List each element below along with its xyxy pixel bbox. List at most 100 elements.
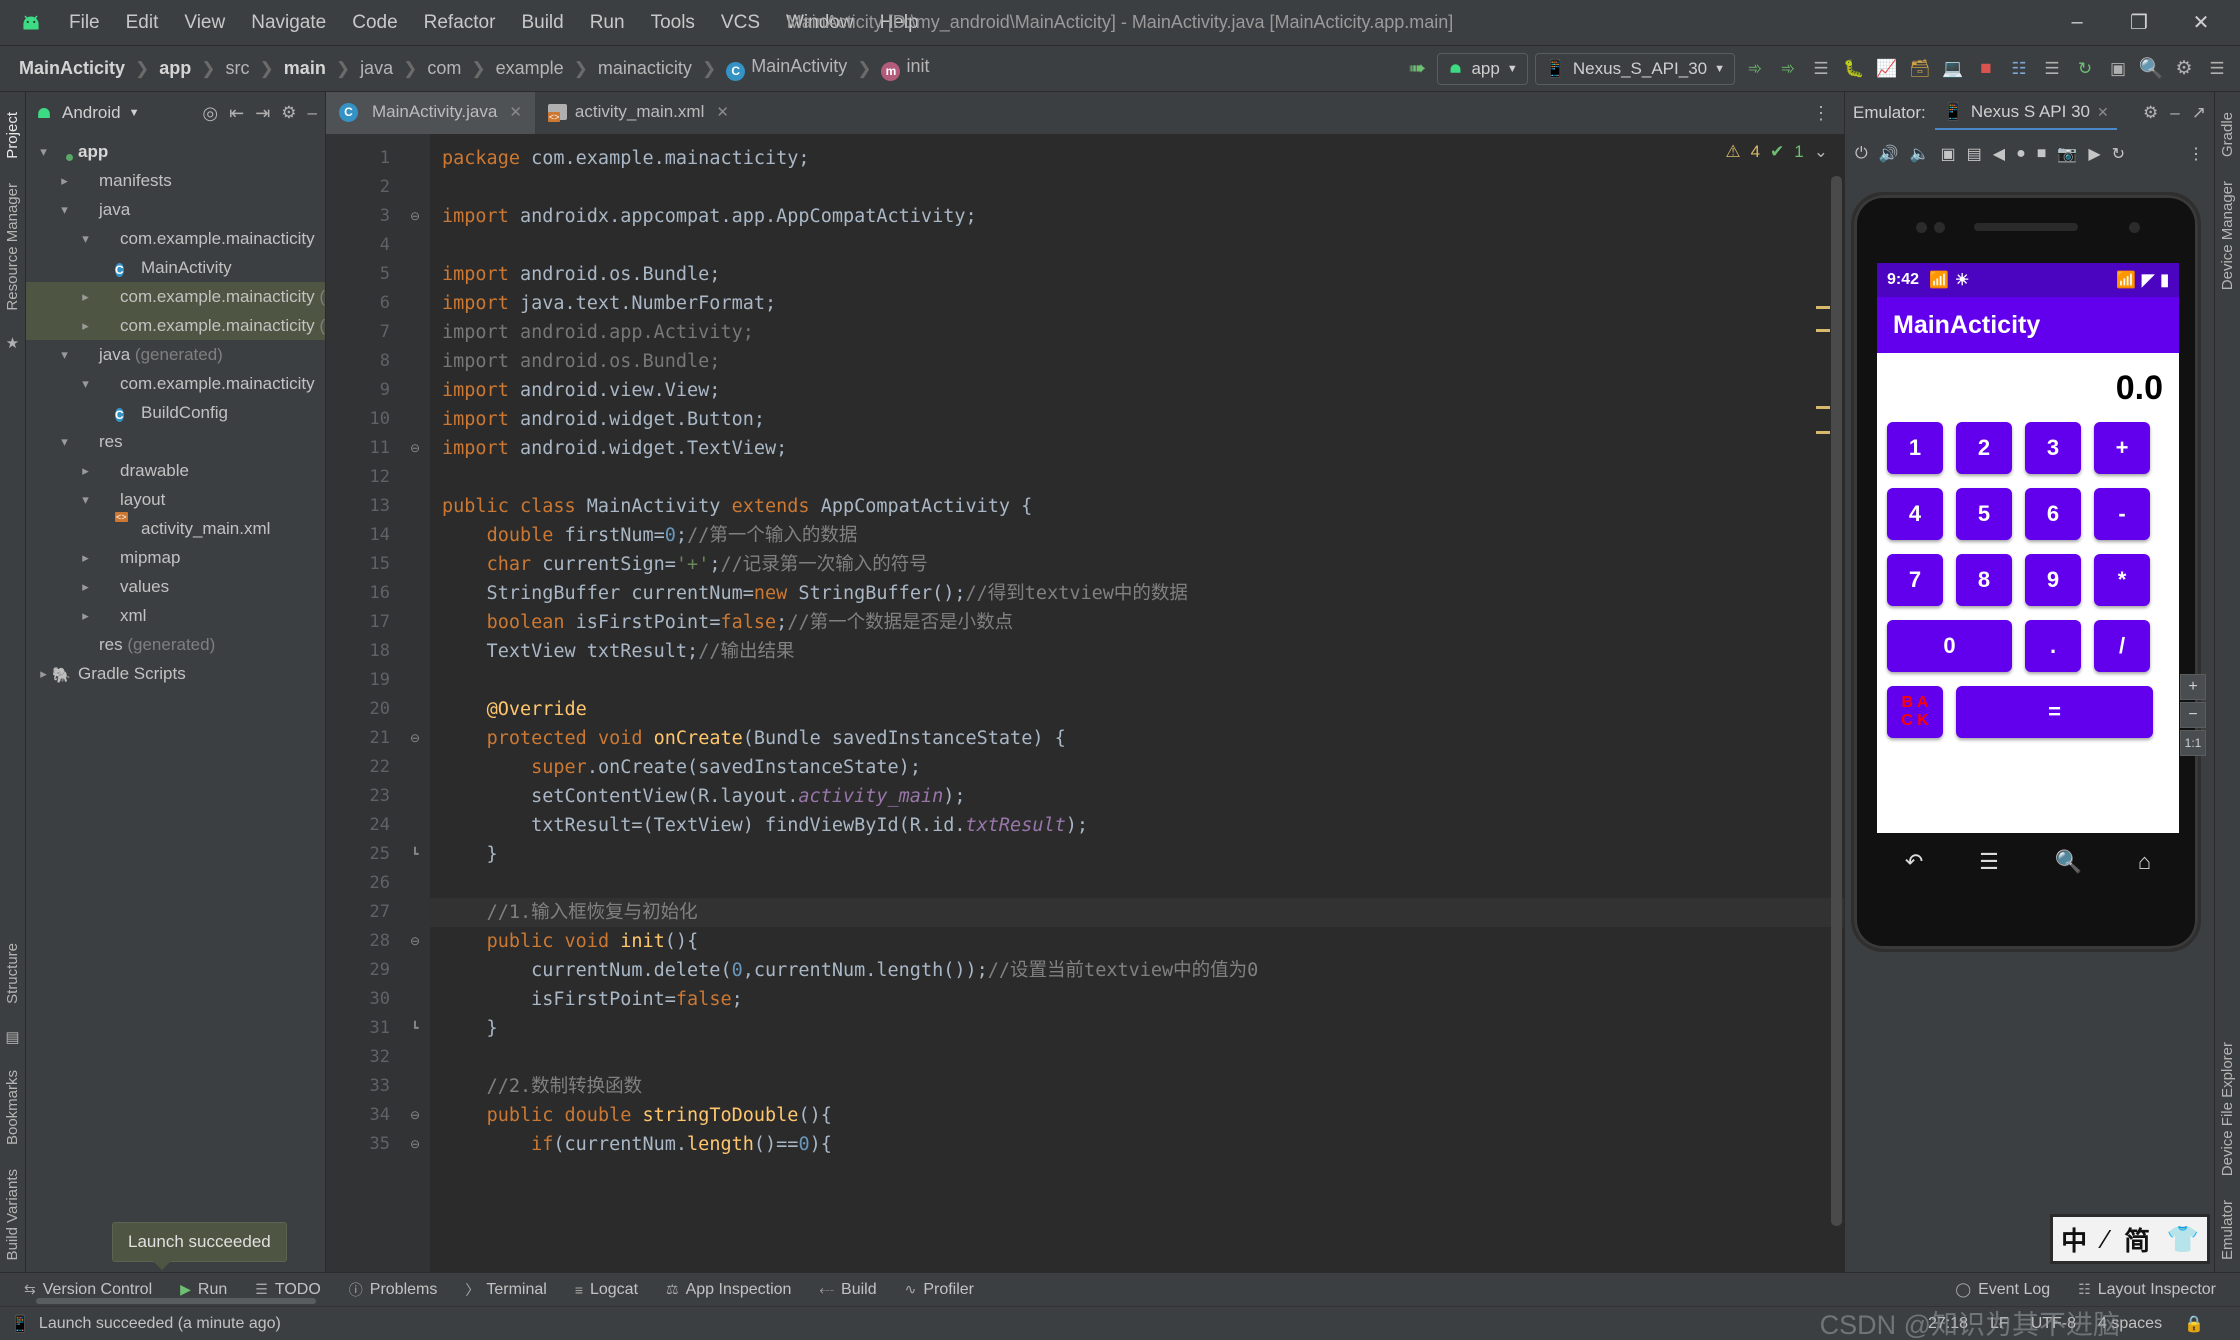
- sidebar-item-emulator[interactable]: Emulator: [2216, 1188, 2239, 1272]
- tool-profiler[interactable]: ∿ Profiler: [891, 1281, 988, 1299]
- code-line[interactable]: public void init(){: [430, 927, 1844, 956]
- chevron-right-icon[interactable]: ▸: [78, 550, 93, 566]
- screenshot-icon[interactable]: 📷: [2057, 144, 2077, 164]
- code-line[interactable]: char currentSign='+';//记录第一次输入的符号: [430, 550, 1844, 579]
- code-line[interactable]: public double stringToDouble(){: [430, 1101, 1844, 1130]
- calculator-key-3[interactable]: 3: [2025, 422, 2081, 474]
- sdk-manager-icon[interactable]: ☰: [2039, 56, 2065, 82]
- code-line[interactable]: TextView txtResult;//输出结果: [430, 637, 1844, 666]
- code-line[interactable]: import android.view.View;: [430, 376, 1844, 405]
- tree-item-java[interactable]: ▾ java: [26, 195, 325, 224]
- code-line[interactable]: boolean isFirstPoint=false;//第一个数据是否是小数点: [430, 608, 1844, 637]
- collapse-all-icon[interactable]: ⇤: [229, 103, 244, 124]
- record-icon[interactable]: ▶: [2088, 144, 2100, 164]
- chevron-right-icon[interactable]: ▸: [78, 608, 93, 624]
- tree-item-com-example-mainacticity[interactable]: ▾ com.example.mainacticity: [26, 224, 325, 253]
- calculator-ui[interactable]: 0.0 1 2 3 +4 5 6-7 8 9 * 0. / B AC K =: [1877, 353, 2179, 833]
- code-line[interactable]: [430, 869, 1844, 898]
- profiler-icon[interactable]: 📈: [1874, 56, 1900, 82]
- menu-item-navigate[interactable]: Navigate: [240, 8, 337, 38]
- menu-item-refactor[interactable]: Refactor: [413, 8, 507, 38]
- code-line[interactable]: [430, 173, 1844, 202]
- menu-item-tools[interactable]: Tools: [640, 8, 706, 38]
- chevron-right-icon[interactable]: ▸: [78, 463, 93, 479]
- fold-toggle-icon[interactable]: ┗: [400, 1014, 430, 1043]
- code-line[interactable]: currentNum.delete(0,currentNum.length())…: [430, 956, 1844, 985]
- code-line[interactable]: }: [430, 840, 1844, 869]
- menu-item-vcs[interactable]: VCS: [710, 8, 771, 38]
- sidebar-item-build-variants[interactable]: Build Variants: [1, 1157, 24, 1272]
- tool-layout-inspector[interactable]: ☷ Layout Inspector: [2064, 1281, 2230, 1299]
- tree-item-com-example-mainacticity[interactable]: ▾ com.example.mainacticity: [26, 369, 325, 398]
- window-controls[interactable]: – ❐ ✕: [2046, 1, 2232, 45]
- tree-item-gradle-scripts[interactable]: ▸ 🐘 Gradle Scripts: [26, 659, 325, 688]
- calculator-key-equals[interactable]: =: [1956, 686, 2153, 738]
- code-line[interactable]: [430, 231, 1844, 260]
- sidebar-item-gradle[interactable]: Gradle: [2216, 100, 2239, 169]
- stop-icon[interactable]: ■: [1973, 56, 1999, 82]
- calculator-key-7[interactable]: 7: [1887, 554, 1943, 606]
- code-line[interactable]: [430, 1043, 1844, 1072]
- sidebar-item-project[interactable]: Project: [1, 100, 24, 171]
- menu-item-build[interactable]: Build: [510, 8, 574, 38]
- close-icon[interactable]: ✕: [2097, 104, 2109, 121]
- breadcrumb-java[interactable]: java: [355, 56, 398, 81]
- fold-toggle-icon[interactable]: ⊖: [400, 202, 430, 231]
- calculator-key-plus[interactable]: +: [2094, 422, 2150, 474]
- code-line[interactable]: package com.example.mainacticity;: [430, 144, 1844, 173]
- device-file-icon[interactable]: 🗃: [1907, 56, 1933, 82]
- editor-vertical-scrollbar[interactable]: [1831, 176, 1842, 1226]
- nav-menu-icon[interactable]: ☰: [1979, 849, 1999, 875]
- tool-event-log[interactable]: ◯ Event Log: [1941, 1281, 2064, 1299]
- breadcrumb-main[interactable]: main: [279, 56, 331, 81]
- tool-app-inspection[interactable]: ⚖ App Inspection: [652, 1281, 805, 1299]
- code-line[interactable]: import android.app.Activity;: [430, 318, 1844, 347]
- code-line[interactable]: @Override: [430, 695, 1844, 724]
- tab-activity-main-xml[interactable]: activity_main.xml ✕: [535, 92, 742, 134]
- locate-icon[interactable]: ◎: [202, 103, 218, 124]
- calculator-key-decimal[interactable]: .: [2025, 620, 2081, 672]
- emulator-toolbar[interactable]: ⏻ 🔊 🔈 ▣ ▤ ◀ ● ■ 📷 ▶ ↻ ⋮: [1845, 134, 2214, 174]
- tool-run[interactable]: ▶ Run: [166, 1281, 241, 1299]
- settings-gear-icon[interactable]: ⚙: [2171, 56, 2197, 82]
- editor-tabs[interactable]: C MainActivity.java ✕ activity_main.xml …: [326, 92, 1844, 134]
- calculator-key-0[interactable]: 0: [1887, 620, 2012, 672]
- home-icon[interactable]: ●: [2016, 145, 2026, 163]
- emulator-device-tab[interactable]: 📱 Nexus S API 30 ✕: [1934, 96, 2117, 130]
- code-line[interactable]: //2.数制转换函数: [430, 1072, 1844, 1101]
- code-text[interactable]: package com.example.mainacticity; import…: [430, 134, 1844, 1272]
- bug-icon[interactable]: 🐛: [1841, 56, 1867, 82]
- apply-changes-icon[interactable]: ☰: [1808, 56, 1834, 82]
- tree-item-mipmap[interactable]: ▸ mipmap: [26, 543, 325, 572]
- nav-search-icon[interactable]: 🔍: [2055, 849, 2082, 875]
- structure-icon[interactable]: ▤: [5, 1028, 19, 1046]
- expand-icon[interactable]: ⇥: [255, 103, 270, 124]
- tab-mainactivity-java[interactable]: C MainActivity.java ✕: [326, 92, 535, 134]
- project-tree[interactable]: ▾ app ▸ manifests ▾ java ▾ com.example.mainacti…: [26, 134, 325, 1272]
- menu-item-run[interactable]: Run: [579, 8, 636, 38]
- zoom-out-button[interactable]: −: [2180, 702, 2206, 728]
- sidebar-item-resource-manager[interactable]: Resource Manager: [1, 171, 24, 323]
- calculator-key-4[interactable]: 4: [1887, 488, 1943, 540]
- notifications-icon[interactable]: ☰: [2204, 56, 2230, 82]
- editor-horizontal-scrollbar[interactable]: [36, 1298, 316, 1304]
- run-icon[interactable]: ➾: [1742, 56, 1768, 82]
- menu-item-code[interactable]: Code: [341, 8, 408, 38]
- breadcrumb-package[interactable]: mainacticity: [593, 56, 697, 81]
- sidebar-item-structure[interactable]: Structure: [1, 931, 24, 1016]
- menu-bar[interactable]: File Edit View Navigate Code Refactor Bu…: [58, 8, 930, 38]
- tree-item-java[interactable]: ▾ java (generated): [26, 340, 325, 369]
- code-line[interactable]: import android.os.Bundle;: [430, 260, 1844, 289]
- fold-toggle-icon[interactable]: ⊖: [400, 1101, 430, 1130]
- tool-version-control[interactable]: ⇆ Version Control: [10, 1281, 166, 1299]
- more-icon[interactable]: ⋮: [2188, 144, 2204, 164]
- tree-item-app[interactable]: ▾ app: [26, 137, 325, 166]
- breadcrumb-com[interactable]: com: [422, 56, 466, 81]
- minimize-button[interactable]: –: [2046, 1, 2108, 45]
- chevron-down-icon[interactable]: ▾: [57, 202, 72, 218]
- editor-tabs-more-icon[interactable]: ⋮: [1798, 92, 1844, 134]
- calculator-key-9[interactable]: 9: [2025, 554, 2081, 606]
- menu-item-file[interactable]: File: [58, 8, 111, 38]
- code-line[interactable]: double firstNum=0;//第一个输入的数据: [430, 521, 1844, 550]
- settings-gear-icon[interactable]: ⚙: [281, 103, 296, 123]
